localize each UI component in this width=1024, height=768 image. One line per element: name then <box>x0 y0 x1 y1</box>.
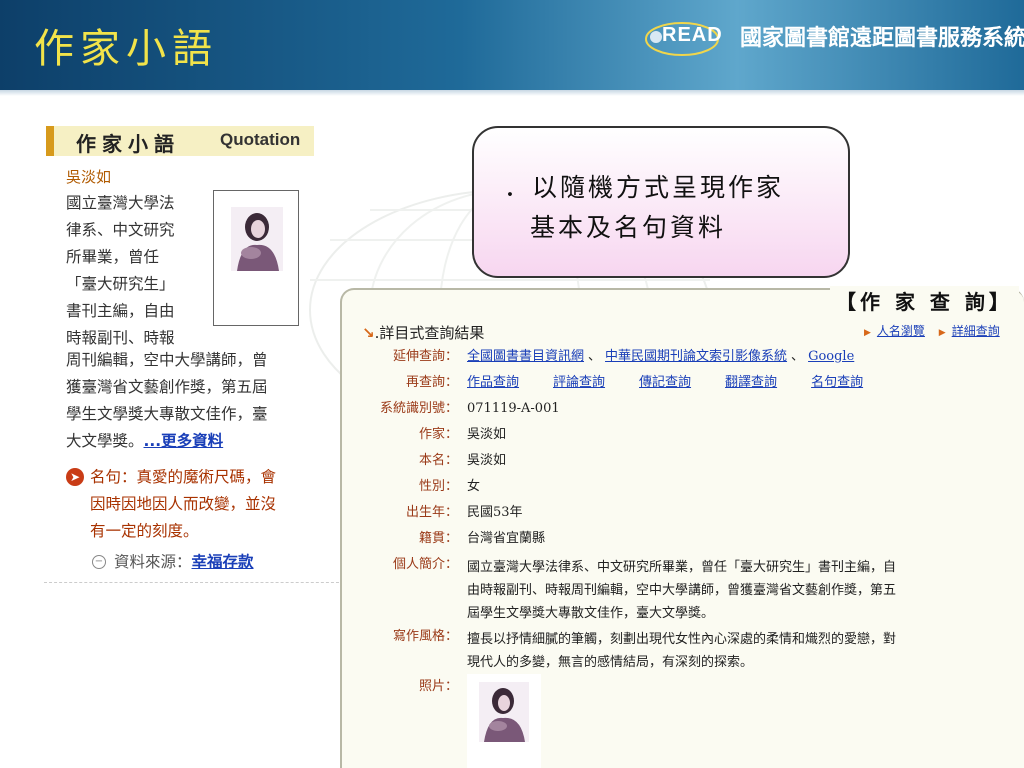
banner-divider <box>0 90 1024 96</box>
callout-line-2: 基本及名句資料 <box>530 213 727 242</box>
author-portrait-icon <box>479 682 529 742</box>
advanced-search-link[interactable]: 詳細查詢 <box>952 324 1000 338</box>
source-link[interactable]: 幸福存款 <box>192 553 254 571</box>
author-portrait-icon <box>231 207 283 271</box>
bio-line: 國立臺灣大學法 <box>66 194 175 212</box>
field-label: 籍貫： <box>418 531 458 546</box>
intro-text: 國立臺灣大學法律系、中文研究所畢業，曾任「臺大研究生」書刊主編，自 由時報副刊、… <box>467 556 999 625</box>
intro-line: 國立臺灣大學法律系、中文研究所畢業，曾任「臺大研究生」書刊主編，自 <box>467 560 897 575</box>
author-bio-continued: 周刊編輯，空中大學講師，曾 獲臺灣省文藝創作獎，第五屆 學生文學獎大專散文佳作，… <box>66 347 336 455</box>
extend-link-periodicals[interactable]: 中華民國期刊論文索引影像系統 <box>605 349 787 364</box>
field-label: 作家： <box>418 427 458 442</box>
bio-line: 學生文學獎大專散文佳作，臺 <box>66 405 268 423</box>
minus-circle-icon: − <box>92 555 106 569</box>
intro-line: 屆學生文學獎大專散文佳作，臺大文學獎。 <box>467 606 715 621</box>
divider <box>44 582 344 583</box>
style-line: 擅長以抒情細膩的筆觸，刻劃出現代女性內心深處的柔情和熾烈的愛戀，對 <box>467 632 897 647</box>
bio-last-line: 大文學獎。 <box>66 432 144 450</box>
tab-works[interactable]: 作品查詢 <box>467 375 519 390</box>
field-label: 延伸查詢： <box>392 349 458 364</box>
bio-line: 大文學獎。...更多資料 <box>66 428 336 455</box>
quote-line: 名句：真愛的魔術尺碼，會 <box>90 468 277 486</box>
style-text: 擅長以抒情細膩的筆觸，刻劃出現代女性內心深處的柔情和熾烈的愛戀，對 現代人的多變… <box>467 628 999 674</box>
arrow-bullet-icon: ➤ <box>66 468 84 486</box>
field-label: 個人簡介： <box>392 557 458 572</box>
extend-link-nbinet[interactable]: 全國圖書書目資訊網 <box>467 349 584 364</box>
style-line: 現代人的多變，無言的感情結局，有深刻的探索。 <box>467 655 754 670</box>
callout-text: ．以隨機方式呈現作家 基本及名句資料 <box>504 168 784 248</box>
field-value: 全國圖書書目資訊網、中華民國期刊論文索引影像系統、 Google <box>467 349 855 364</box>
corner-arrow-icon: ↘ <box>362 324 375 342</box>
tab-reviews[interactable]: 評論查詢 <box>553 375 605 390</box>
field-label: 性別： <box>418 479 458 494</box>
source-line: 資料來源：幸福存款 <box>114 550 254 572</box>
field-value: 台灣省宜蘭縣 <box>467 531 546 546</box>
tab-translations[interactable]: 翻譯查詢 <box>725 375 777 390</box>
intro-line: 由時報副刊、時報周刊編輯，空中大學講師，曾獲臺灣省文藝創作獎，第五 <box>467 583 897 598</box>
field-value: 民國53年 <box>467 505 523 520</box>
tab-quotes[interactable]: 名句查詢 <box>811 375 863 390</box>
field-label: 照片： <box>418 679 458 694</box>
author-photo-large <box>467 674 541 768</box>
extend-link-google[interactable]: Google <box>808 349 854 364</box>
bio-line: 所畢業，曾任 <box>66 248 160 266</box>
quote-line: 因時因地因人而改變，並沒 <box>90 495 277 513</box>
system-name: 國家圖書館遠距圖書服務系統 <box>740 25 1024 51</box>
field-value: 吳淡如 <box>467 453 507 468</box>
source-label: 資料來源： <box>114 553 192 571</box>
author-query-panel: ↘.詳目式查詢結果 ▶ 人名瀏覽 ▶ 詳細查詢 延伸查詢： 全國圖書書目資訊網、中華… <box>340 288 1024 768</box>
bio-line: 「臺大研究生」 <box>66 275 175 293</box>
field-label: 再查詢： <box>405 375 458 390</box>
panel-header: 【作 家 查 詢】 <box>830 286 1019 315</box>
quotation-title-en: Quotation <box>220 130 301 149</box>
bio-line: 書刊主編，自由 <box>66 302 175 320</box>
bio-line: 律系、中文研究 <box>66 221 175 239</box>
field-value: 吳淡如 <box>467 427 507 442</box>
author-name: 吳淡如 <box>66 168 112 186</box>
field-value: 071119-A-001 <box>467 401 560 416</box>
field-value: 女 <box>467 479 481 494</box>
callout-box: ．以隨機方式呈現作家 基本及名句資料 <box>472 126 850 278</box>
result-title-text: .詳目式查詢結果 <box>374 324 485 342</box>
field-label: 系統識別號： <box>379 401 458 416</box>
result-title: ↘.詳目式查詢結果 <box>362 322 484 343</box>
triangle-icon: ▶ <box>864 328 871 338</box>
browse-names-link[interactable]: 人名瀏覽 <box>877 324 925 338</box>
triangle-icon: ▶ <box>938 328 946 338</box>
callout-line-1: ．以隨機方式呈現作家 <box>504 173 785 202</box>
top-nav: ▶ 人名瀏覽 ▶ 詳細查詢 <box>854 322 1000 339</box>
author-bio: 國立臺灣大學法 律系、中文研究 所畢業，曾任 「臺大研究生」 書刊主編，自由 時… <box>66 190 212 352</box>
header-banner: 作家小語 READ 國家圖書館遠距圖書服務系統 <box>0 0 1024 90</box>
page-title: 作家小語 <box>34 26 218 72</box>
tab-biography[interactable]: 傳記查詢 <box>639 375 691 390</box>
field-value: 作品查詢 評論查詢 傳記查詢 翻譯查詢 名句查詢 <box>467 374 863 392</box>
bio-line: 周刊編輯，空中大學講師，曾 <box>66 351 268 369</box>
quotation-widget-header: 作家小語 Quotation <box>46 126 314 156</box>
quote-line: 有一定的刻度。 <box>90 522 199 540</box>
field-label: 寫作風格： <box>392 629 458 644</box>
bio-line: 獲臺灣省文藝創作獎，第五屆 <box>66 378 268 396</box>
quote-text: 名句：真愛的魔術尺碼，會 因時因地因人而改變，並沒 有一定的刻度。 <box>90 464 340 545</box>
field-label: 出生年： <box>405 505 458 520</box>
field-label: 本名： <box>418 453 458 468</box>
more-info-link[interactable]: ...更多資料 <box>144 432 224 450</box>
author-photo <box>213 190 299 326</box>
read-logo-text: READ <box>662 24 723 46</box>
quotation-title: 作家小語 <box>76 132 180 156</box>
